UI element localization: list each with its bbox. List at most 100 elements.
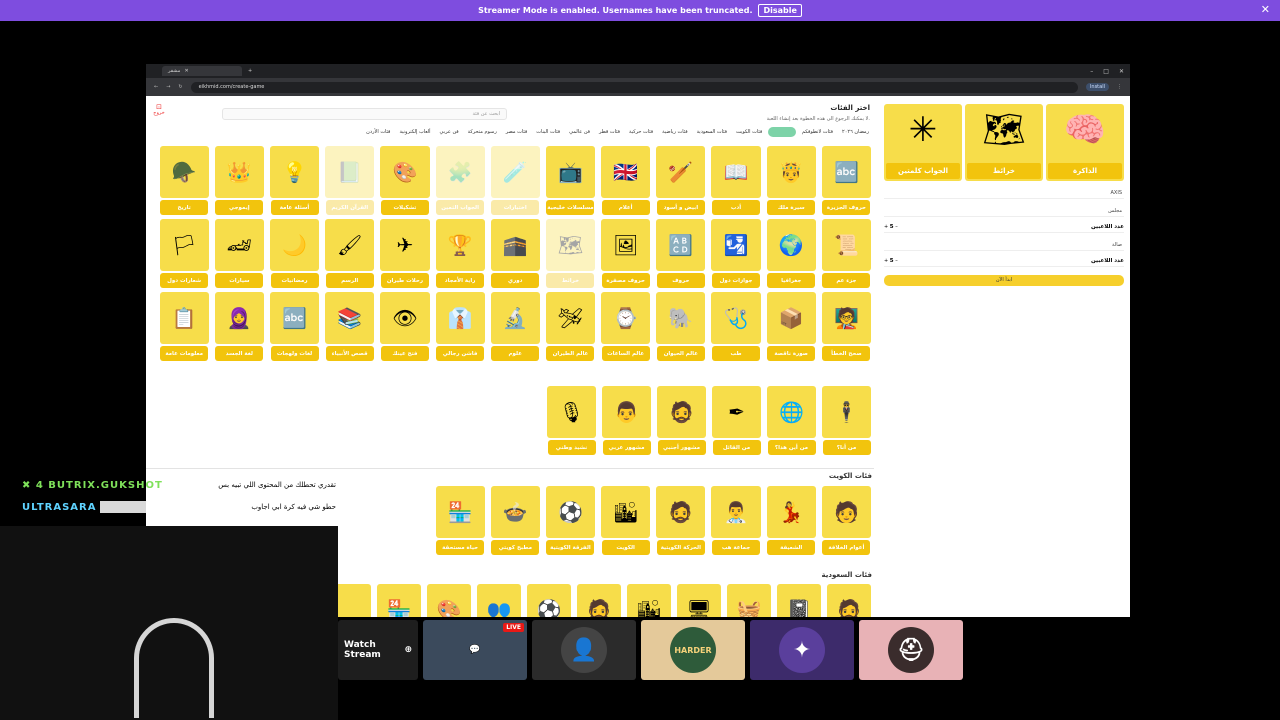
category-card[interactable]: 🍲 مطبخ كويتي bbox=[488, 484, 543, 557]
maximize-icon[interactable]: □ bbox=[1103, 68, 1109, 75]
category-filter-tab[interactable]: فئات السعودية bbox=[694, 127, 730, 137]
category-card[interactable]: 🧑 أعوام الخلافة bbox=[819, 484, 874, 557]
watch-stream-button[interactable]: Watch Stream ⊕ bbox=[338, 620, 418, 680]
minimize-icon[interactable]: – bbox=[1090, 68, 1093, 75]
category-card[interactable]: 🗺 خرائط bbox=[543, 217, 598, 290]
category-card[interactable]: 👁 فتح عينك bbox=[377, 290, 432, 363]
category-card[interactable]: 🛂 جوازات دول bbox=[708, 217, 763, 290]
category-card[interactable]: 🔤 لغات ولهجات bbox=[267, 290, 322, 363]
category-card[interactable]: 👨 مشهور عربي bbox=[599, 384, 654, 457]
category-card[interactable]: 🪖 تاريخ bbox=[157, 144, 212, 217]
category-card[interactable]: 🕋 دوري bbox=[488, 217, 543, 290]
category-card[interactable]: 📖 أدب bbox=[708, 144, 763, 217]
start-game-button[interactable]: ابدأ الآن bbox=[884, 275, 1124, 286]
user-thumb[interactable]: ⛑ bbox=[859, 620, 963, 680]
category-filter-tab[interactable]: فن عربي bbox=[437, 127, 462, 137]
category-card[interactable]: 🏳 شعارات دول bbox=[157, 217, 212, 290]
category-filter-tab[interactable]: فئات لاتطوفكم bbox=[799, 127, 836, 137]
category-filter-tab[interactable]: فئات الأردن bbox=[363, 127, 393, 137]
category-card[interactable]: 📋 معلومات عامة bbox=[157, 290, 212, 363]
category-card[interactable]: 🧔 bbox=[574, 582, 624, 617]
url-field[interactable]: eikhmid.com/create-game bbox=[190, 81, 1078, 93]
plus-button[interactable]: + bbox=[884, 258, 888, 264]
category-card[interactable]: ⚽ الفرقة الكويتية bbox=[543, 484, 598, 557]
category-card[interactable]: 🎨 bbox=[424, 582, 474, 617]
team1-name-field[interactable]: مجلس bbox=[884, 205, 1124, 217]
category-filter-tab[interactable]: فن عالمي bbox=[566, 127, 593, 137]
category-card[interactable]: 👔 فاشن رجالي bbox=[433, 290, 488, 363]
category-card[interactable]: 🌙 رمضانيات bbox=[267, 217, 322, 290]
category-filter-tab[interactable]: رمضان ٢٠٢٦ bbox=[839, 127, 872, 137]
user-thumb[interactable]: ✦ bbox=[750, 620, 854, 680]
window-close-icon[interactable]: ✕ bbox=[1119, 68, 1124, 75]
category-filter-tab[interactable]: فئات رياضية bbox=[659, 127, 690, 137]
category-filter-tab[interactable]: فئات البنات bbox=[533, 127, 563, 137]
category-card[interactable]: 🧔 الحركة الكويتية bbox=[653, 484, 708, 557]
category-card[interactable]: 🧕 لغة الجسد bbox=[212, 290, 267, 363]
category-card[interactable]: 🧑‍🏫 صحح الخطأ bbox=[819, 290, 874, 363]
category-card[interactable]: 🏆 راية الأمجاد bbox=[433, 217, 488, 290]
category-card[interactable]: 🏙 الكويت bbox=[598, 484, 653, 557]
category-card[interactable]: 💡 أسئلة عامة bbox=[267, 144, 322, 217]
category-card[interactable]: 📓 bbox=[774, 582, 824, 617]
reload-icon[interactable]: ↻ bbox=[178, 84, 182, 90]
category-card[interactable]: 🏪 bbox=[374, 582, 424, 617]
team2-name-field[interactable]: صالة bbox=[884, 239, 1124, 251]
category-card[interactable]: 🧩 الجواب الثمين bbox=[433, 144, 488, 217]
forward-arrow-icon[interactable]: → bbox=[166, 84, 170, 90]
close-tab-icon[interactable]: ✕ bbox=[184, 68, 188, 74]
category-filter-tab[interactable]: فئات عامة bbox=[768, 127, 796, 137]
category-card[interactable]: 🕴 من أنا؟ bbox=[819, 384, 874, 457]
category-card[interactable]: 🧔 bbox=[824, 582, 874, 617]
category-card[interactable]: 📗 القرآن الكريم bbox=[322, 144, 377, 217]
category-card[interactable]: ⚽ bbox=[524, 582, 574, 617]
category-card[interactable]: 👑 إيموجي bbox=[212, 144, 267, 217]
category-search-input[interactable]: ابحث عن فئة bbox=[222, 108, 507, 120]
category-card[interactable]: 🔬 علوم bbox=[488, 290, 543, 363]
selected-category-card[interactable]: 🗺 خرائط bbox=[965, 104, 1043, 181]
category-card[interactable]: 🏪 حياة مستحقة bbox=[433, 484, 488, 557]
category-filter-tab[interactable]: رسوم متحركة bbox=[465, 127, 500, 137]
category-card[interactable]: 👨‍⚕️ جماعة هب bbox=[708, 484, 763, 557]
plus-button[interactable]: + bbox=[884, 224, 888, 230]
category-card[interactable]: 💃 الشعيفة bbox=[764, 484, 819, 557]
category-card[interactable]: 🛩 عالم الطيران bbox=[543, 290, 598, 363]
live-stream-thumb[interactable]: LIVE 💬 bbox=[423, 620, 527, 680]
category-card[interactable]: 🖼 حروف مصفرة bbox=[598, 217, 653, 290]
disable-button[interactable]: Disable bbox=[758, 4, 802, 17]
category-card[interactable]: 🐘 عالم الحيوان bbox=[653, 290, 708, 363]
category-card[interactable]: 🔠 حروف bbox=[653, 217, 708, 290]
category-filter-tab[interactable]: فئات الكويت bbox=[733, 127, 765, 137]
category-card[interactable]: ⌚ عالم الساعات bbox=[598, 290, 653, 363]
category-card[interactable]: 🏙 bbox=[624, 582, 674, 617]
category-card[interactable]: 🏏 ابيض و أسود bbox=[653, 144, 708, 217]
category-card[interactable]: 📦 صورة ناقصة bbox=[764, 290, 819, 363]
category-card[interactable]: 🧔 مشهور أجنبي bbox=[654, 384, 709, 457]
menu-icon[interactable]: ⋮ bbox=[1117, 84, 1122, 90]
category-card[interactable]: 🧪 اختبارات bbox=[488, 144, 543, 217]
category-card[interactable]: ✈ رحلات طيران bbox=[377, 217, 432, 290]
category-card[interactable]: 🌐 من أين هذا؟ bbox=[764, 384, 819, 457]
category-filter-tab[interactable]: فئات قطر bbox=[596, 127, 623, 137]
user-thumb[interactable]: HARDER bbox=[641, 620, 745, 680]
category-card[interactable]: 📜 جزء عم bbox=[819, 217, 874, 290]
selected-category-card[interactable]: 🧠 الذاكرة bbox=[1046, 104, 1124, 181]
category-card[interactable]: 🌍 جغرافيا bbox=[764, 217, 819, 290]
category-filter-tab[interactable]: ألعاب إلكترونية bbox=[396, 127, 433, 137]
user-thumb[interactable]: 👤 bbox=[532, 620, 636, 680]
category-card[interactable]: 🔤 حروف الجزيرة bbox=[819, 144, 874, 217]
category-card[interactable]: 👥 bbox=[474, 582, 524, 617]
selected-category-card[interactable]: ✳ الجواب كلمتين bbox=[884, 104, 962, 181]
category-card[interactable]: 🩺 طب bbox=[708, 290, 763, 363]
back-arrow-icon[interactable]: ← bbox=[154, 84, 158, 90]
category-card[interactable]: 🇬🇧 أعلام bbox=[598, 144, 653, 217]
category-card[interactable]: 🏎 سيارات bbox=[212, 217, 267, 290]
category-card[interactable]: 🖥 bbox=[674, 582, 724, 617]
category-card[interactable]: 📚 قصص الأنبياء bbox=[322, 290, 377, 363]
category-filter-tab[interactable]: فئات حركية bbox=[626, 127, 656, 137]
category-card[interactable]: 🎨 تشكيلات bbox=[377, 144, 432, 217]
category-card[interactable]: 🤴 سيرة ملك bbox=[764, 144, 819, 217]
install-button[interactable]: Install bbox=[1085, 83, 1109, 91]
category-card[interactable]: ✒ من القائل bbox=[709, 384, 764, 457]
minus-button[interactable]: – bbox=[895, 258, 898, 264]
